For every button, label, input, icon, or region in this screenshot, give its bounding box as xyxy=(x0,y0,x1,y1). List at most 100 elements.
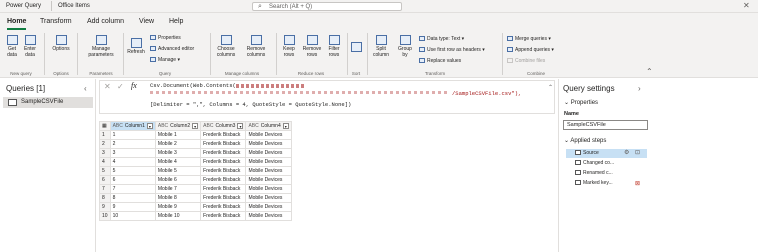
table-cell[interactable]: 3 xyxy=(109,148,156,158)
table-row[interactable]: 7 7 Mobile 7 Frederik Bisback Mobile Devices xyxy=(99,184,292,194)
remove-rows-button[interactable]: Remove rows xyxy=(301,35,323,58)
table-cell[interactable]: Mobile Devices xyxy=(245,175,292,185)
table-cell[interactable]: Mobile Devices xyxy=(245,130,292,140)
filter-rows-button[interactable]: Filter rows xyxy=(325,35,343,58)
table-cell[interactable]: Frederik Bisback xyxy=(200,166,247,176)
table-cell[interactable]: Frederik Bisback xyxy=(200,202,247,212)
table-row[interactable]: 4 4 Mobile 4 Frederik Bisback Mobile Devices xyxy=(99,157,292,167)
options-button[interactable]: Options xyxy=(50,35,72,52)
choose-columns-button[interactable]: Choose columns xyxy=(212,35,240,58)
chevron-left-icon[interactable]: ‹ xyxy=(84,84,87,93)
group-by-button[interactable]: Group by xyxy=(395,35,415,58)
table-cell[interactable]: Frederik Bisback xyxy=(200,148,247,158)
table-cell[interactable]: Mobile 7 xyxy=(154,184,202,194)
get-data-button[interactable]: Get data xyxy=(4,35,20,58)
data-type-button[interactable]: Data type: Text ▾ xyxy=(419,36,464,42)
applied-steps-section[interactable]: ⌄ Applied steps xyxy=(564,137,606,144)
combine-files-button[interactable]: Combine files xyxy=(507,58,545,64)
table-cell[interactable]: Frederik Bisback xyxy=(200,139,247,149)
table-row[interactable]: 1 1 Mobile 1 Frederik Bisback Mobile Devices xyxy=(99,130,292,140)
check-icon[interactable]: ✓ xyxy=(117,82,124,91)
step-changed-type[interactable]: Changed co... xyxy=(575,160,614,166)
table-row[interactable]: 5 5 Mobile 5 Frederik Bisback Mobile Devices xyxy=(99,166,292,176)
manage-parameters-button[interactable]: Manage parameters xyxy=(80,35,122,58)
step-marked-key[interactable]: Marked key... xyxy=(575,180,613,186)
enter-data-button[interactable]: Enter data xyxy=(22,35,38,58)
table-cell[interactable]: 7 xyxy=(109,184,156,194)
table-row[interactable]: 6 6 Mobile 6 Frederik Bisback Mobile Devices xyxy=(99,175,292,185)
table-row[interactable]: 9 9 Mobile 9 Frederik Bisback Mobile Devices xyxy=(99,202,292,212)
select-all-icon[interactable]: ▦ xyxy=(99,121,111,131)
table-cell[interactable]: 4 xyxy=(109,157,156,167)
collapse-ribbon-icon[interactable]: ⌃ xyxy=(646,67,653,76)
table-cell[interactable]: Mobile 6 xyxy=(154,175,202,185)
table-cell[interactable]: Mobile 3 xyxy=(154,148,202,158)
table-cell[interactable]: 1 xyxy=(109,130,156,140)
manage-button[interactable]: Manage ▾ xyxy=(150,57,180,63)
workspace-name[interactable]: Office Items xyxy=(58,3,90,9)
table-cell[interactable]: Mobile 8 xyxy=(154,193,202,203)
sort-button[interactable] xyxy=(350,42,362,53)
gear-icon[interactable]: ⚙ xyxy=(624,149,629,156)
table-cell[interactable]: Mobile Devices xyxy=(245,166,292,176)
table-cell[interactable]: 5 xyxy=(109,166,156,176)
properties-section[interactable]: ⌄ Properties xyxy=(564,99,598,106)
table-cell[interactable]: Frederik Bisback xyxy=(200,211,247,221)
table-cell[interactable]: Mobile Devices xyxy=(245,148,292,158)
table-cell[interactable]: 9 xyxy=(109,202,156,212)
table-cell[interactable]: Mobile 5 xyxy=(154,166,202,176)
replace-values-button[interactable]: Replace values xyxy=(419,58,461,64)
table-cell[interactable]: Frederik Bisback xyxy=(200,184,247,194)
warning-icon[interactable]: ⊠ xyxy=(635,180,640,187)
table-cell[interactable]: Mobile Devices xyxy=(245,211,292,221)
merge-queries-button[interactable]: Merge queries ▾ xyxy=(507,36,551,42)
table-cell[interactable]: Mobile 1 xyxy=(154,130,202,140)
keep-rows-button[interactable]: Keep rows xyxy=(279,35,299,58)
tab-home[interactable]: Home xyxy=(7,18,26,25)
table-cell[interactable]: Mobile Devices xyxy=(245,139,292,149)
step-source[interactable]: Source xyxy=(575,150,599,156)
use-first-row-button[interactable]: Use first row as headers ▾ xyxy=(419,47,485,53)
step-renamed[interactable]: Renamed c... xyxy=(575,170,613,176)
table-row[interactable]: 10 10 Mobile 10 Frederik Bisback Mobile Devi… xyxy=(99,211,292,221)
table-cell[interactable]: Frederik Bisback xyxy=(200,175,247,185)
tab-view[interactable]: View xyxy=(139,18,154,25)
table-cell[interactable]: 2 xyxy=(109,139,156,149)
navigate-icon[interactable]: ⊡ xyxy=(635,149,640,156)
tab-help[interactable]: Help xyxy=(169,18,183,25)
table-cell[interactable]: Frederik Bisback xyxy=(200,130,247,140)
table-cell[interactable]: Mobile Devices xyxy=(245,157,292,167)
tab-add-column[interactable]: Add column xyxy=(87,18,124,25)
table-row[interactable]: 2 2 Mobile 2 Frederik Bisback Mobile Devices xyxy=(99,139,292,149)
table-cell[interactable]: Mobile Devices xyxy=(245,193,292,203)
advanced-editor-button[interactable]: Advanced editor xyxy=(150,46,194,52)
table-cell[interactable]: 10 xyxy=(109,211,156,221)
close-icon[interactable]: ✕ xyxy=(743,1,750,10)
remove-columns-button[interactable]: Remove columns xyxy=(242,35,270,58)
table-cell[interactable]: Mobile 2 xyxy=(154,139,202,149)
table-cell[interactable]: Mobile 10 xyxy=(154,211,202,221)
chevron-up-icon[interactable]: ⌃ xyxy=(548,84,553,91)
name-field[interactable]: SampleCSVFile xyxy=(563,120,648,130)
table-cell[interactable]: 8 xyxy=(109,193,156,203)
table-row[interactable]: 8 8 Mobile 8 Frederik Bisback Mobile Devices xyxy=(99,193,292,203)
column-header[interactable]: ABC Column3 ▾ xyxy=(200,121,247,131)
column-header[interactable]: ABC Column2 ▾ xyxy=(154,121,202,131)
chevron-right-icon[interactable]: › xyxy=(638,84,641,93)
table-cell[interactable]: Mobile 4 xyxy=(154,157,202,167)
column-header[interactable]: ABC Column4 ▾ xyxy=(245,121,292,131)
tab-transform[interactable]: Transform xyxy=(40,18,72,25)
table-cell[interactable]: Frederik Bisback xyxy=(200,157,247,167)
table-cell[interactable]: 6 xyxy=(109,175,156,185)
properties-button[interactable]: Properties xyxy=(150,35,181,41)
table-cell[interactable]: Mobile Devices xyxy=(245,184,292,194)
split-column-button[interactable]: Split column xyxy=(370,35,392,58)
append-queries-button[interactable]: Append queries ▾ xyxy=(507,47,554,53)
cancel-icon[interactable]: ✕ xyxy=(104,82,111,91)
table-cell[interactable]: Frederik Bisback xyxy=(200,193,247,203)
search-box[interactable]: ⌕ Search (Alt + Q) xyxy=(252,2,402,11)
table-cell[interactable]: Mobile 9 xyxy=(154,202,202,212)
column-header[interactable]: ABC Column1 ▾ xyxy=(109,121,156,131)
refresh-button[interactable]: Refresh xyxy=(127,38,145,55)
table-cell[interactable]: Mobile Devices xyxy=(245,202,292,212)
